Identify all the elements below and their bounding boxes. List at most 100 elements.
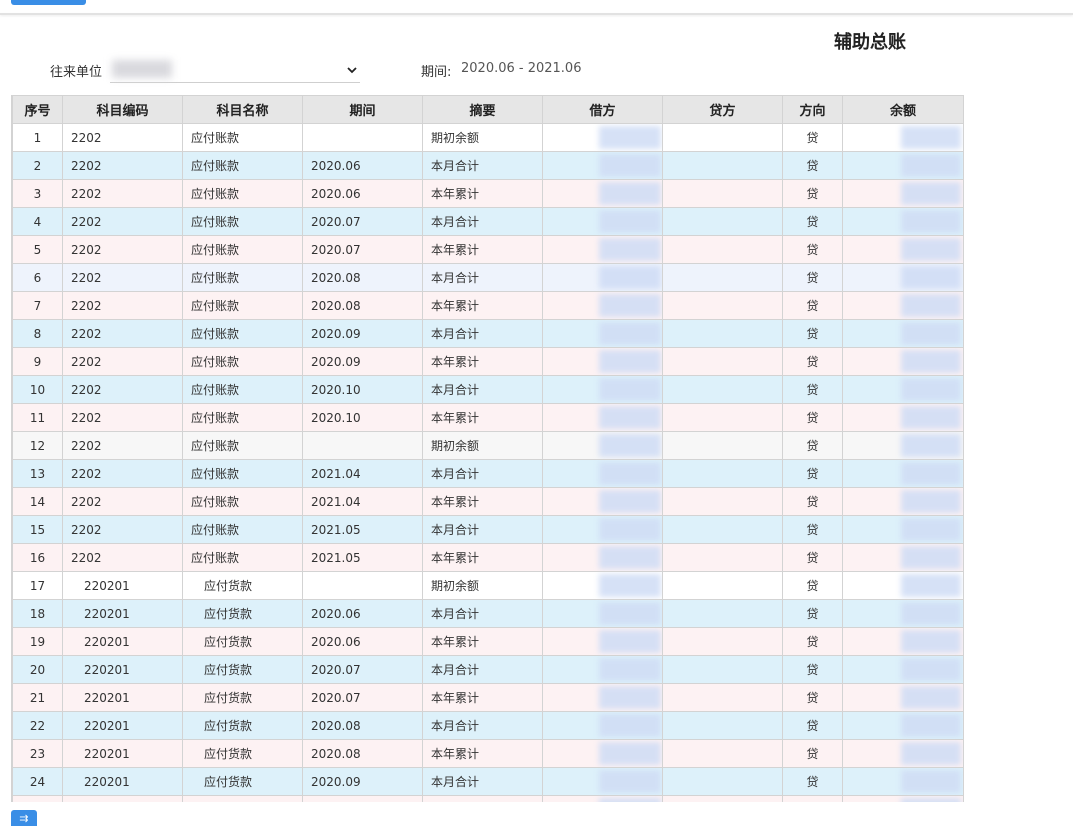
cell-balance bbox=[842, 207, 963, 236]
cell-code: 2202 bbox=[62, 487, 183, 516]
table-row[interactable]: 11 2202 应付账款 2020.10 本年累计 贷 bbox=[12, 403, 963, 432]
period-label: 期间: bbox=[421, 65, 452, 80]
table-row[interactable]: 22 220201 应付货款 2020.08 本月合计 贷 bbox=[12, 711, 963, 740]
cell-no: 1 bbox=[12, 123, 63, 152]
table-row[interactable]: 6 2202 应付账款 2020.08 本月合计 贷 bbox=[12, 263, 963, 292]
table-row[interactable]: 17 220201 应付货款 期初余额 贷 bbox=[12, 571, 963, 600]
table-row[interactable]: 1 2202 应付账款 期初余额 贷 bbox=[12, 123, 963, 152]
redacted-value bbox=[901, 378, 961, 401]
table-row[interactable]: 7 2202 应付账款 2020.08 本年累计 贷 bbox=[12, 291, 963, 320]
cell-debit bbox=[542, 375, 663, 404]
table-row[interactable]: 3 2202 应付账款 2020.06 本年累计 贷 bbox=[12, 179, 963, 208]
list-toggle-icon[interactable]: ⇉ bbox=[11, 810, 37, 826]
cell-credit bbox=[662, 683, 783, 712]
table-row[interactable]: 16 2202 应付账款 2021.05 本年累计 贷 bbox=[12, 543, 963, 572]
cell-debit bbox=[542, 403, 663, 432]
cell-period: 2020.08 bbox=[302, 739, 423, 768]
cell-debit bbox=[542, 711, 663, 740]
table-row[interactable]: 12 2202 应付账款 期初余额 贷 bbox=[12, 431, 963, 460]
redacted-value bbox=[599, 518, 661, 541]
cell-code: 2202 bbox=[62, 179, 183, 208]
cell-period: 2020.08 bbox=[302, 711, 423, 740]
table-row[interactable]: 23 220201 应付货款 2020.08 本年累计 贷 bbox=[12, 739, 963, 768]
cell-direction: 贷 bbox=[782, 599, 843, 628]
table-row[interactable]: 13 2202 应付账款 2021.04 本月合计 贷 bbox=[12, 459, 963, 488]
table-row[interactable]: 20 220201 应付货款 2020.07 本月合计 贷 bbox=[12, 655, 963, 684]
redacted-value bbox=[901, 602, 961, 625]
top-action-button[interactable] bbox=[11, 0, 86, 5]
cell-credit bbox=[662, 263, 783, 292]
cell-debit bbox=[542, 319, 663, 348]
table-row[interactable]: 4 2202 应付账款 2020.07 本月合计 贷 bbox=[12, 207, 963, 236]
table-row[interactable]: 21 220201 应付货款 2020.07 本年累计 贷 bbox=[12, 683, 963, 712]
cell-period: 2020.09 bbox=[302, 319, 423, 348]
redacted-value bbox=[901, 294, 961, 317]
chevron-down-icon[interactable] bbox=[346, 59, 358, 80]
cell-name: 应付账款 bbox=[182, 235, 303, 264]
cell-code bbox=[62, 795, 183, 802]
table-row[interactable]: 8 2202 应付账款 2020.09 本月合计 贷 bbox=[12, 319, 963, 348]
cell-name: 应付账款 bbox=[182, 543, 303, 572]
table-row[interactable]: 2 2202 应付账款 2020.06 本月合计 贷 bbox=[12, 151, 963, 180]
cell-credit bbox=[662, 403, 783, 432]
cell-no: 17 bbox=[12, 571, 63, 600]
cell-no: 22 bbox=[12, 711, 63, 740]
cell-code: 220201 bbox=[62, 627, 183, 656]
cell-code: 2202 bbox=[62, 291, 183, 320]
cell-no: 15 bbox=[12, 515, 63, 544]
unit-select[interactable] bbox=[110, 58, 360, 83]
cell-period: 2020.06 bbox=[302, 151, 423, 180]
redacted-value bbox=[901, 546, 961, 569]
table-row[interactable]: 5 2202 应付账款 2020.07 本年累计 贷 bbox=[12, 235, 963, 264]
cell-summary: 本年累计 bbox=[422, 291, 543, 320]
table-row[interactable] bbox=[12, 795, 963, 802]
cell-summary: 本月合计 bbox=[422, 375, 543, 404]
table-row[interactable]: 18 220201 应付货款 2020.06 本月合计 贷 bbox=[12, 599, 963, 628]
cell-no: 4 bbox=[12, 207, 63, 236]
cell-name: 应付货款 bbox=[182, 739, 303, 768]
cell-code: 2202 bbox=[62, 459, 183, 488]
redacted-value bbox=[599, 210, 661, 233]
table-row[interactable]: 24 220201 应付货款 2020.09 本月合计 贷 bbox=[12, 767, 963, 796]
cell-no: 9 bbox=[12, 347, 63, 376]
cell-credit bbox=[662, 319, 783, 348]
redacted-value bbox=[599, 350, 661, 373]
cell-no: 20 bbox=[12, 655, 63, 684]
col-header-summary: 摘要 bbox=[422, 95, 543, 124]
cell-debit bbox=[542, 487, 663, 516]
cell-credit bbox=[662, 655, 783, 684]
cell-code: 2202 bbox=[62, 403, 183, 432]
table-row[interactable]: 15 2202 应付账款 2021.05 本月合计 贷 bbox=[12, 515, 963, 544]
cell-period: 2020.06 bbox=[302, 599, 423, 628]
cell-balance bbox=[842, 291, 963, 320]
cell-debit bbox=[542, 291, 663, 320]
redacted-value bbox=[901, 686, 961, 709]
cell-debit bbox=[542, 459, 663, 488]
cell-code: 2202 bbox=[62, 235, 183, 264]
table-row[interactable]: 9 2202 应付账款 2020.09 本年累计 贷 bbox=[12, 347, 963, 376]
cell-no: 14 bbox=[12, 487, 63, 516]
cell-summary: 本月合计 bbox=[422, 151, 543, 180]
table-row[interactable]: 14 2202 应付账款 2021.04 本年累计 贷 bbox=[12, 487, 963, 516]
cell-balance bbox=[842, 375, 963, 404]
cell-name: 应付账款 bbox=[182, 375, 303, 404]
cell-code: 2202 bbox=[62, 431, 183, 460]
redacted-value bbox=[599, 630, 661, 653]
table-row[interactable]: 19 220201 应付货款 2020.06 本年累计 贷 bbox=[12, 627, 963, 656]
cell-debit bbox=[542, 515, 663, 544]
cell-code: 220201 bbox=[62, 683, 183, 712]
cell-period: 2020.07 bbox=[302, 683, 423, 712]
cell-code: 2202 bbox=[62, 123, 183, 152]
unit-label: 往来单位 bbox=[50, 65, 103, 80]
cell-summary: 本月合计 bbox=[422, 319, 543, 348]
cell-period bbox=[302, 571, 423, 600]
cell-direction: 贷 bbox=[782, 291, 843, 320]
cell-code: 2202 bbox=[62, 515, 183, 544]
cell-summary: 本月合计 bbox=[422, 599, 543, 628]
table-row[interactable]: 10 2202 应付账款 2020.10 本月合计 贷 bbox=[12, 375, 963, 404]
cell-name: 应付账款 bbox=[182, 179, 303, 208]
cell-no: 5 bbox=[12, 235, 63, 264]
cell-balance bbox=[842, 571, 963, 600]
redacted-value bbox=[901, 630, 961, 653]
redacted-value bbox=[599, 154, 661, 177]
